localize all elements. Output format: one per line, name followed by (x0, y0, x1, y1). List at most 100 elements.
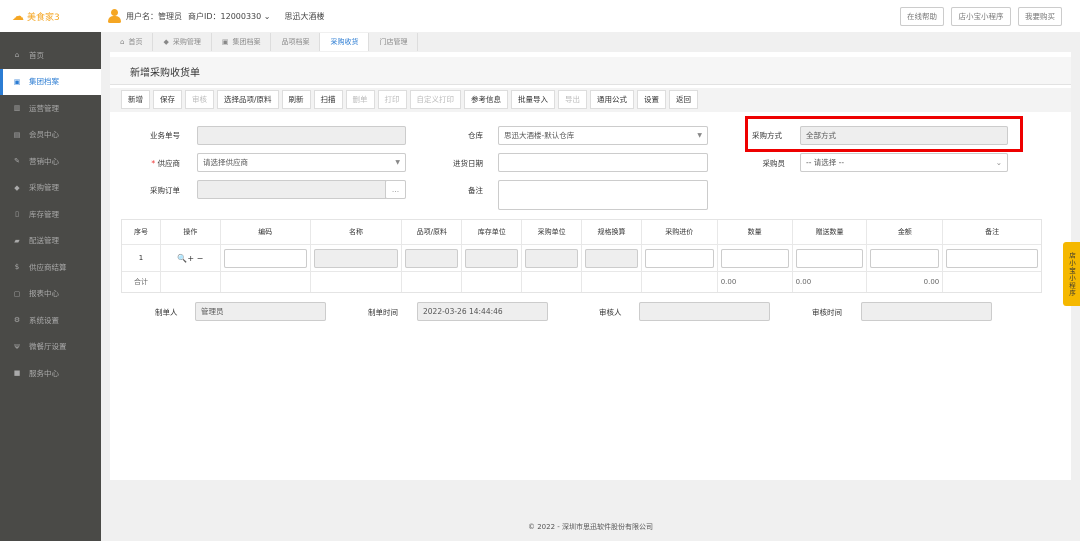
warehouse-select[interactable]: 思迅大酒楼-默认仓库 ▼ (498, 126, 708, 145)
buy-button[interactable]: 我要购买 (1018, 7, 1062, 26)
user-info: 用户名：管理员 商户ID：12000330 ⌄ 思迅大酒楼 (108, 9, 325, 23)
sidebar-item-2[interactable]: ▥ 运营管理 (0, 95, 101, 121)
cell-input[interactable] (465, 248, 519, 268)
auditor-field (639, 302, 770, 321)
items-table: 序号 操作 编码 名称 品项/原料 库存单位 采购单位 规格换算 采购进价 数量 赠送数量 金额 备注 … (121, 219, 1042, 293)
sidebar-item-4[interactable]: ✎ 营销中心 (0, 148, 101, 174)
sidebar-item-0[interactable]: ⌂ 首页 (0, 42, 101, 68)
table-cell (462, 245, 523, 271)
table-cell (311, 245, 403, 271)
audit-time-field (861, 302, 992, 321)
toolbar-button-4[interactable]: 刷新 (281, 90, 311, 109)
mini-program-float-tab[interactable]: 店小宝小程序 (1063, 242, 1080, 306)
total-cell (642, 272, 718, 292)
home-icon: ⌂ (14, 51, 20, 59)
sidebar: ⌂ 首页 ▣ 集团档案 ▥ 运营管理 ▤ 会员中心 ✎ 营销中心 ◆ 采购管理 ▯ 库存管理 ▰ 配送管理 $ 供… (0, 32, 101, 541)
service-icon: ■ (13, 369, 21, 377)
cell-input[interactable] (223, 248, 307, 268)
sidebar-item-5[interactable]: ◆ 采购管理 (0, 175, 101, 201)
toolbar-button-1[interactable]: 保存 (153, 90, 182, 109)
tab-label: 首页 (128, 38, 143, 46)
cell-input[interactable] (644, 248, 714, 268)
tab-label: 集团档案 (232, 38, 261, 46)
toolbar-button-14[interactable]: 返回 (669, 90, 699, 109)
sidebar-item-7[interactable]: ▰ 配送管理 (0, 228, 101, 254)
column-header: 操作 (161, 220, 221, 244)
supplier-select[interactable]: 请选择供应商 ▼ (197, 153, 406, 172)
store-name: 思迅大酒楼 (284, 11, 325, 21)
sidebar-item-label: 服务中心 (29, 368, 59, 378)
sidebar-item-1[interactable]: ▣ 集团档案 (0, 68, 101, 95)
order-lookup-button[interactable]: ... (385, 180, 406, 199)
toolbar-button-0[interactable]: 新增 (121, 90, 150, 109)
sidebar-item-12[interactable]: ■ 服务中心 (0, 360, 101, 386)
cell-input[interactable] (585, 248, 638, 268)
merchant-id-dropdown[interactable]: 商户ID：12000330 ⌄ (188, 11, 271, 22)
remark-label: 备注 (468, 186, 483, 195)
toolbar-button-2[interactable]: 审核 (185, 90, 214, 109)
table-header: 序号 操作 编码 名称 品项/原料 库存单位 采购单位 规格换算 采购进价 数量 赠送数量 金额 备注 (122, 220, 1041, 245)
toolbar-button-13[interactable]: 设置 (637, 90, 667, 109)
row-actions-icons[interactable]: 🔍+ − (177, 254, 203, 263)
sidebar-item-6[interactable]: ▯ 库存管理 (0, 201, 101, 227)
toolbar-button-11[interactable]: 导出 (558, 90, 588, 109)
column-header: 库存单位 (462, 220, 523, 244)
order-label: 采购订单 (150, 186, 180, 195)
toolbar-button-12[interactable]: 通用公式 (590, 90, 635, 109)
maker-label: 制单人 (155, 308, 178, 317)
cell-input[interactable] (795, 248, 864, 268)
toolbar-button-9[interactable]: 参考信息 (464, 90, 509, 109)
caret-down-icon: ▼ (697, 132, 702, 139)
cell-input[interactable] (405, 248, 459, 268)
top-bar: ☁ 美食家3 用户名：管理员 商户ID：12000330 ⌄ 思迅大酒楼 在线帮助… (0, 0, 1080, 32)
sidebar-item-label: 供应商结算 (29, 262, 67, 272)
date-input[interactable] (498, 153, 708, 172)
cell-input[interactable] (720, 248, 789, 268)
tab-1[interactable]: ◆ 采购管理 (153, 33, 212, 51)
online-help-button[interactable]: 在线帮助 (900, 7, 944, 26)
column-header: 采购进价 (642, 220, 718, 244)
tab-0[interactable]: ⌂ 首页 (110, 33, 154, 51)
sidebar-item-label: 运营管理 (29, 103, 59, 113)
sidebar-item-8[interactable]: $ 供应商结算 (0, 254, 101, 280)
cell-input[interactable] (870, 248, 940, 268)
sidebar-item-9[interactable]: ▢ 报表中心 (0, 281, 101, 307)
tab-5[interactable]: 门店管理 (369, 33, 419, 51)
table-cell (402, 245, 463, 271)
buyer-label: 采购员 (762, 159, 786, 168)
toolbar-button-10[interactable]: 批量导入 (511, 90, 556, 109)
cloud-icon: ☁ (12, 9, 24, 23)
toolbar-button-5[interactable]: 扫描 (313, 90, 343, 109)
supplier-label: * 供应商 (151, 159, 180, 168)
remark-textarea[interactable] (498, 180, 708, 210)
cell-input[interactable] (525, 248, 579, 268)
biz-no-label: 业务单号 (150, 131, 180, 140)
total-cell (311, 272, 403, 292)
sidebar-item-3[interactable]: ▤ 会员中心 (0, 122, 101, 148)
toolbar-button-6[interactable]: 删单 (345, 90, 375, 109)
make-time-field: 2022-03-26 14:44:46 (417, 302, 548, 321)
sidebar-item-10[interactable]: ⚙ 系统设置 (0, 307, 101, 333)
column-header: 赠送数量 (793, 220, 868, 244)
tab-4[interactable]: 采购收货 (320, 33, 370, 51)
toolbar-button-7[interactable]: 打印 (377, 90, 407, 109)
buyer-select[interactable]: -- 请选择 -- ⌄ (800, 153, 1008, 172)
cell-input[interactable] (313, 248, 399, 268)
tab-3[interactable]: 品项档案 (271, 33, 321, 51)
toolbar-button-3[interactable]: 选择品项/原料 (217, 90, 279, 109)
toolbar-button-8[interactable]: 自定义打印 (409, 90, 462, 109)
audit-time-label: 审核时间 (812, 308, 842, 317)
total-cell (943, 272, 1041, 292)
toolbar: 新增 保存 审核 选择品项/原料 刷新 扫描 删单 打印 自定义打印 参考信息 批量导入 导出 通用公式… (110, 88, 1071, 112)
total-cell (161, 272, 221, 292)
tab-2[interactable]: ▣ 集团档案 (212, 33, 272, 51)
mini-program-button[interactable]: 店小宝小程序 (951, 7, 1011, 26)
cart-icon: ◆ (14, 183, 20, 192)
cell-input[interactable] (946, 248, 1039, 268)
auditor-label: 审核人 (599, 308, 622, 317)
sidebar-item-11[interactable]: Ψ 微餐厅设置 (0, 334, 101, 360)
sidebar-item-label: 微餐厅设置 (29, 342, 67, 351)
total-row: 合计 0.00 0.00 0.00 (122, 272, 1041, 292)
order-field (197, 180, 386, 199)
sidebar-item-label: 配送管理 (29, 236, 59, 245)
